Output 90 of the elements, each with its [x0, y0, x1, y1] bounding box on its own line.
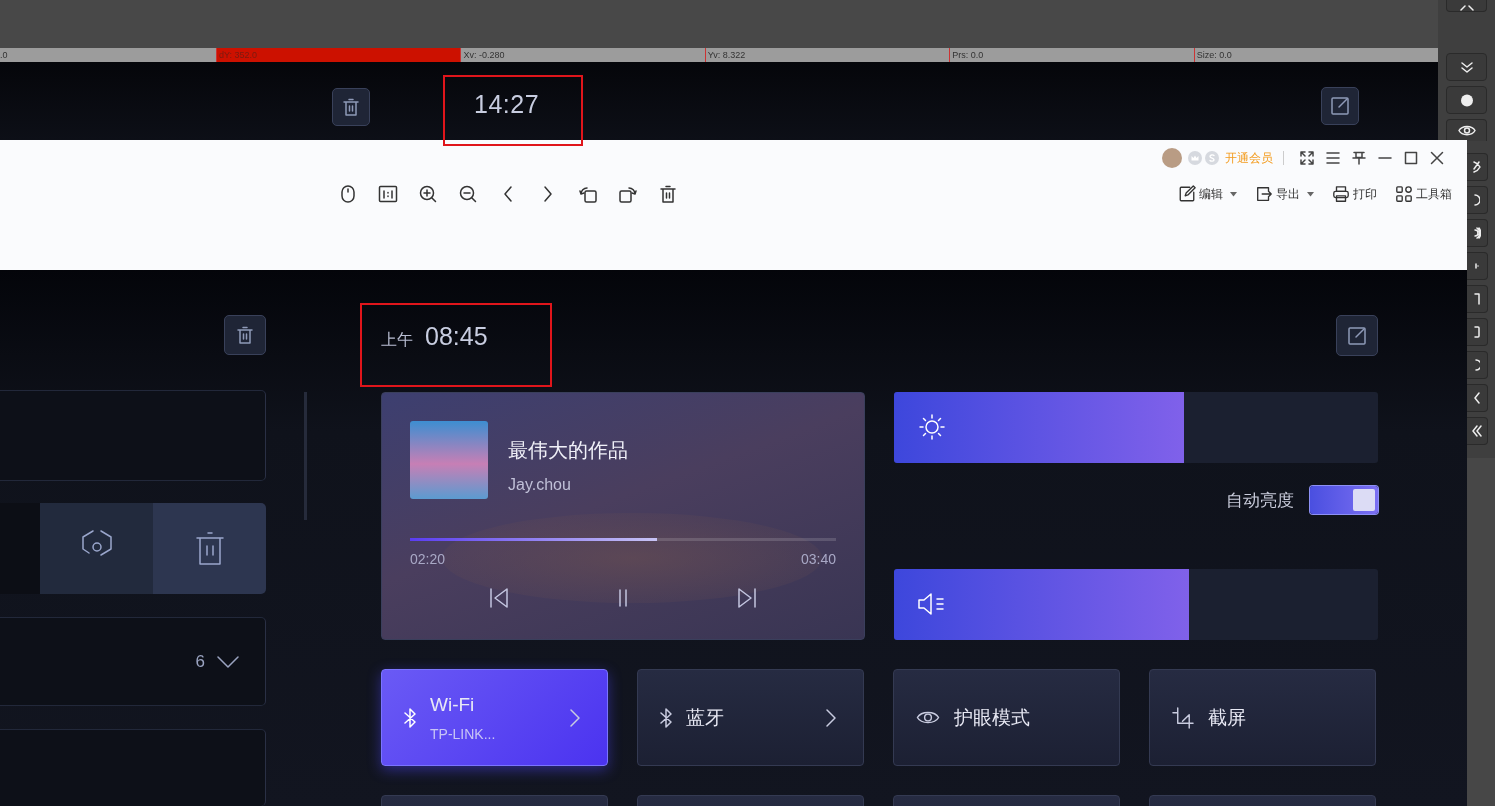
rotate-left-button[interactable] [578, 184, 598, 204]
edit-icon [1347, 325, 1367, 346]
maximize-icon [1404, 151, 1418, 165]
tool-button[interactable] [1467, 186, 1488, 214]
bluetooth-icon [660, 707, 672, 728]
tool-button[interactable] [1446, 86, 1487, 114]
tile-title: 护眼模式 [954, 705, 1031, 730]
eye-icon [1457, 123, 1476, 138]
status-reading: .0 [0, 49, 9, 62]
tool-button[interactable] [1446, 119, 1487, 141]
one-to-one-icon [378, 184, 398, 204]
crown-icon [1188, 151, 1202, 165]
zoom-in-icon [418, 184, 438, 204]
volume-slider[interactable] [894, 569, 1378, 640]
skip-forward-icon [736, 587, 758, 609]
auto-brightness-label: 自动亮度 [1226, 489, 1294, 512]
menu-icon [1326, 151, 1340, 165]
eye-icon [916, 710, 940, 725]
rotate-left-icon [578, 184, 598, 204]
coin-icon [1205, 151, 1219, 165]
delete-button[interactable] [658, 184, 678, 204]
time-value: 08:45 [425, 322, 488, 351]
tile-title: Wi-Fi [430, 693, 476, 716]
bluetooth-icon [404, 707, 416, 728]
total-time: 03:40 [800, 551, 836, 567]
dropdown-field[interactable]: 6 [0, 616, 266, 707]
tool-button[interactable] [1467, 318, 1488, 346]
tool-button[interactable] [1467, 417, 1488, 445]
bracket-icon [1474, 326, 1480, 338]
zoom-out-icon [458, 184, 478, 204]
tool-button[interactable] [1467, 285, 1488, 313]
trash-icon [194, 530, 225, 567]
auto-brightness-toggle[interactable] [1310, 486, 1378, 514]
close-icon [1430, 151, 1444, 165]
tile-title: 截屏 [1208, 705, 1247, 730]
status-reading: dY: 352.0 [216, 48, 461, 62]
toggle-tile[interactable]: 蓝牙 [637, 669, 864, 766]
tool-button[interactable] [1467, 384, 1488, 412]
arc-icon [1473, 227, 1481, 239]
expand-icon [1300, 151, 1314, 165]
song-title: 最伟大的作品 [508, 438, 628, 463]
zoom-in-button[interactable] [418, 184, 438, 204]
edit-icon [1178, 185, 1196, 203]
skip-back-icon [488, 587, 510, 609]
clock-time: 14:27 [474, 90, 540, 119]
mouse-button[interactable] [338, 184, 358, 204]
pause-icon [618, 588, 628, 608]
edit-icon [1330, 96, 1350, 116]
brightness-slider[interactable] [894, 392, 1378, 463]
trash-icon [341, 97, 361, 117]
fullscreen-button[interactable] [1446, 0, 1487, 12]
crop-icon [1172, 706, 1194, 729]
grid-icon [1395, 185, 1413, 203]
chevrons-left-icon [1472, 425, 1482, 437]
tile-title: 蓝牙 [686, 705, 725, 730]
toolbar-button[interactable]: 导出 [1255, 183, 1314, 205]
tool-button[interactable] [1467, 153, 1488, 181]
bracket-icon [1474, 293, 1480, 305]
artist-name: Jay.chou [508, 476, 572, 494]
trash-icon [235, 325, 255, 346]
tool-button[interactable] [1446, 53, 1487, 81]
toolbar-button[interactable]: 工具箱 [1395, 183, 1452, 205]
export-icon [1255, 185, 1273, 203]
progress-bar[interactable] [410, 538, 836, 541]
edit-button[interactable] [1336, 315, 1378, 356]
edit-button[interactable] [1321, 87, 1359, 125]
pin-icon [1352, 151, 1366, 165]
rotate-right-button[interactable] [618, 184, 638, 204]
toggle-tile[interactable]: Wi-Fi TP-LINK... [381, 669, 608, 766]
chevron-down-icon [217, 655, 239, 668]
tile-subtitle: TP-LINK... [430, 725, 497, 742]
tool-button[interactable] [1467, 351, 1488, 379]
actual-size-button[interactable] [378, 184, 398, 204]
toggle-tile[interactable]: 护眼模式 [893, 669, 1120, 766]
toolbar-button[interactable]: 编辑 [1178, 183, 1237, 205]
arc-icon [1474, 359, 1480, 371]
rotate-right-icon [618, 184, 638, 204]
arc-icon [1474, 194, 1480, 206]
am-pm-label: 上午 [381, 330, 413, 350]
zoom-out-button[interactable] [458, 184, 478, 204]
toolbar-button[interactable]: 打印 [1332, 183, 1377, 205]
count-value: 6 [195, 651, 205, 672]
tool-button[interactable] [1467, 219, 1488, 247]
elapsed-time: 02:20 [410, 551, 446, 567]
printer-icon [1332, 185, 1350, 203]
scrollbar[interactable] [304, 392, 307, 520]
mouse-icon [338, 184, 358, 204]
toggle-tile[interactable]: 截屏 [1149, 669, 1376, 766]
trash-icon [658, 184, 678, 204]
chevron-left-icon [1474, 392, 1480, 404]
